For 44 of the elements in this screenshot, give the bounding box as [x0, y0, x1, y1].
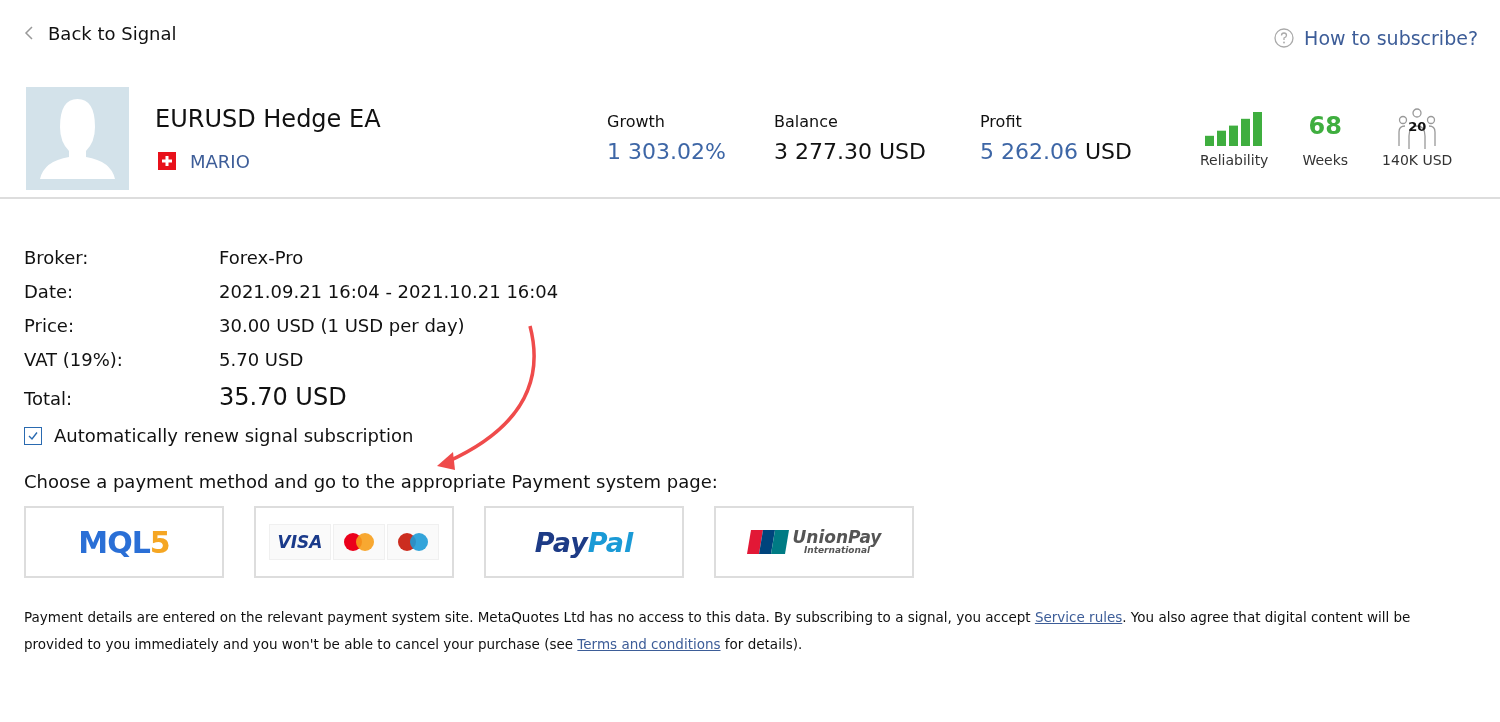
terms-link[interactable]: Terms and conditions: [577, 636, 721, 652]
reliability-meter: [1205, 112, 1264, 146]
detail-label: Price:: [24, 315, 75, 336]
reliability-label: Reliability: [1200, 152, 1269, 168]
detail-label: Total:: [24, 388, 74, 409]
help-link[interactable]: How to subscribe?: [1274, 25, 1478, 51]
subscriber-count: 20: [1407, 119, 1428, 134]
check-icon: [27, 429, 39, 442]
unionpay-logo-icon: [746, 528, 789, 556]
weeks-label: Weeks: [1302, 152, 1349, 168]
weeks-count: 68: [1308, 112, 1342, 142]
author-link[interactable]: MARIO: [190, 150, 250, 172]
detail-value: 30.00 USD (1 USD per day): [219, 315, 465, 336]
renew-checkbox[interactable]: [24, 426, 42, 445]
currency-unit: USD: [1084, 139, 1132, 164]
payment-prompt: Choose a payment method and go to the appropriate Payment system page:: [24, 471, 719, 492]
payment-method-button[interactable]: MQL5: [24, 506, 224, 578]
maestro-icon: [396, 531, 431, 553]
detail-value: Forex-Pro: [219, 247, 304, 268]
subscription-volume: 140K USD: [1382, 152, 1453, 168]
back-link[interactable]: Back to Signal: [24, 20, 177, 46]
detail-value: 2021.09.21 16:04 - 2021.10.21 16:04: [219, 281, 559, 302]
stat-label: Balance: [774, 112, 839, 131]
stat-value: 3 277.30 USD: [774, 139, 927, 164]
detail-label: Broker:: [24, 247, 90, 268]
signal-name: EURUSD Hedge EA: [155, 104, 382, 133]
disclaimer-text: Payment details are entered on the relevant payment system site. MetaQuotes Ltd has no access to this data. By subscribing to a signal, you accept Service rules. You also agree that digital content will be provided to you immediately and you won't be able to cancel your purchase (see Terms and conditions for details).: [24, 608, 1412, 654]
payment-method-button[interactable]: PayPal: [484, 506, 684, 578]
payment-method-button[interactable]: UnionPay International: [714, 506, 914, 578]
chevron-left-icon: [24, 26, 34, 40]
payment-method-button[interactable]: VISA: [254, 506, 454, 578]
people-icon: [1396, 108, 1439, 150]
help-icon: [1274, 28, 1295, 48]
detail-value: 35.70 USD: [219, 383, 347, 411]
detail-label: Date:: [24, 281, 75, 302]
stat-label: Growth: [607, 112, 666, 131]
mastercard-icon: [342, 531, 377, 553]
stat-value: 1 303.02%: [607, 139, 727, 164]
stat-value: 5 262.06: [980, 139, 1078, 164]
stat-label: Profit: [980, 112, 1023, 131]
detail-value: 5.70 USD: [219, 349, 304, 370]
detail-label: VAT (19%):: [24, 349, 124, 370]
swiss-flag-icon: [158, 152, 176, 170]
renew-label: Automatically renew signal subscription: [54, 425, 414, 446]
